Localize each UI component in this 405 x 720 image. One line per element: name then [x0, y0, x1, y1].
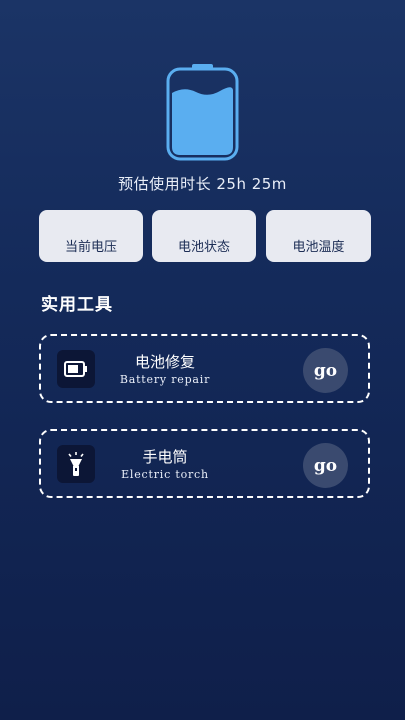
current-voltage-card[interactable]: 当前电压: [39, 210, 143, 262]
card-label: 电池温度: [292, 240, 345, 255]
flashlight-tool[interactable]: 手电筒 Electric torch go: [39, 429, 370, 498]
battery-status-card[interactable]: 电池状态: [152, 210, 256, 262]
tools-section-title: 实用工具: [41, 295, 113, 315]
tool-subtitle: Electric torch: [121, 468, 209, 481]
tool-subtitle: Battery repair: [119, 373, 211, 386]
battery-level-illustration: [166, 64, 239, 161]
go-button[interactable]: go: [303, 348, 348, 393]
battery-icon: [57, 350, 95, 388]
estimate-label: 预估使用时长: [118, 175, 212, 193]
card-label: 当前电压: [64, 240, 117, 255]
tool-name: 电池修复: [134, 353, 195, 371]
estimate-value: 25h 25m: [216, 175, 287, 193]
flashlight-icon: [57, 445, 95, 483]
battery-info-cards: 当前电压 电池状态 电池温度: [39, 210, 371, 262]
card-label: 电池状态: [177, 240, 230, 255]
go-button[interactable]: go: [303, 443, 348, 488]
battery-repair-tool[interactable]: 电池修复 Battery repair go: [39, 334, 370, 403]
estimated-usage-time: 预估使用时长 25h 25m: [0, 173, 405, 194]
tool-name: 手电筒: [142, 448, 188, 466]
battery-temperature-card[interactable]: 电池温度: [266, 210, 371, 262]
